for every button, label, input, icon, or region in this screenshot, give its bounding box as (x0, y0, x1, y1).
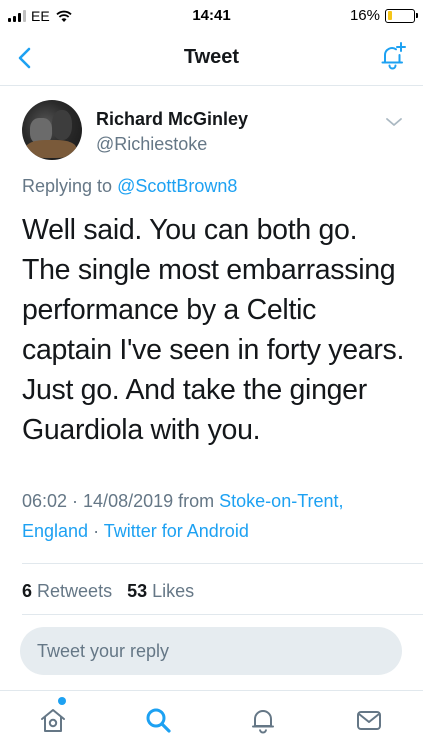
home-icon (41, 709, 65, 732)
replying-to: Replying to @ScottBrown8 (22, 176, 237, 197)
author-name[interactable]: Richard McGinley (96, 109, 248, 130)
mail-icon (357, 711, 381, 730)
battery-fill (387, 11, 392, 20)
new-content-dot (58, 697, 66, 705)
tweet-text: Well said. You can both go. The single m… (22, 214, 405, 446)
retweets-count: 6 (22, 581, 33, 601)
tweet-stats: 6 Retweets 53 Likes (22, 581, 194, 602)
divider (22, 563, 423, 564)
status-bar: EE 14:41 16% (0, 0, 423, 30)
battery-percent: 16% (349, 7, 380, 24)
bell-icon (252, 710, 274, 734)
nav-bar: Tweet (0, 30, 423, 86)
status-right: 16% (349, 7, 418, 24)
replying-to-link[interactable]: @ScottBrown8 (117, 176, 237, 196)
tweet-timestamp: 06:02 · 14/08/2019 from (22, 491, 215, 511)
tab-search[interactable] (143, 705, 173, 735)
retweets-stat[interactable]: 6 Retweets (22, 581, 112, 601)
tab-notifications[interactable] (248, 705, 278, 735)
avatar[interactable] (22, 100, 82, 160)
replying-prefix: Replying to (22, 176, 113, 196)
likes-stat[interactable]: 53 Likes (127, 581, 194, 601)
chevron-down-icon[interactable] (385, 116, 403, 128)
tweet-client-link[interactable]: Twitter for Android (104, 521, 249, 541)
reply-input[interactable]: Tweet your reply (20, 627, 402, 675)
likes-count: 53 (127, 581, 148, 601)
reply-placeholder: Tweet your reply (37, 641, 170, 661)
search-icon (146, 708, 171, 733)
retweets-label: Retweets (37, 581, 113, 601)
page-title: Tweet (183, 46, 240, 68)
tab-home[interactable] (38, 705, 68, 735)
author-handle[interactable]: @Richiestoke (96, 134, 207, 155)
likes-label: Likes (152, 581, 195, 601)
notification-bell-add-icon[interactable] (377, 40, 409, 72)
divider (22, 614, 423, 615)
tweet-meta: 06:02 · 14/08/2019 from Stoke-on-Trent, … (22, 486, 412, 546)
meta-separator: · (93, 521, 100, 541)
battery-icon (385, 8, 418, 23)
tab-messages[interactable] (354, 705, 384, 735)
